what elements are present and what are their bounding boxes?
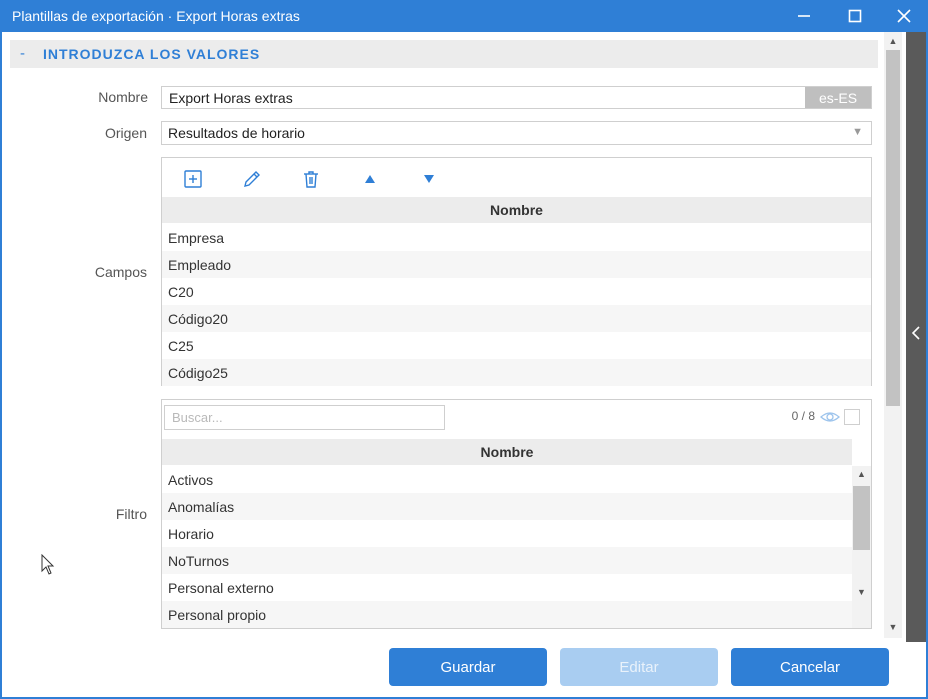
main-scrollbar-thumb[interactable]	[886, 50, 900, 406]
nombre-label: Nombre	[98, 89, 148, 105]
side-panel-toggle[interactable]	[906, 32, 926, 642]
nombre-value: Export Horas extras	[169, 90, 293, 106]
move-down-icon	[424, 175, 434, 183]
edit-icon	[244, 171, 260, 187]
origen-label: Origen	[104, 125, 147, 141]
campos-row[interactable]: Empresa	[162, 224, 871, 251]
filtro-row[interactable]: Personal externo	[162, 574, 852, 601]
campos-row[interactable]: Empleado	[162, 251, 871, 278]
collapse-toggle[interactable]: -	[20, 45, 26, 62]
filtro-row[interactable]: Activos	[162, 466, 852, 493]
window-title: Plantillas de exportación · Export Horas…	[12, 8, 300, 24]
filtro-scrollbar[interactable]: ▲ ▼	[852, 466, 871, 628]
move-down-button[interactable]	[418, 168, 440, 190]
filtro-scrollbar-thumb[interactable]	[853, 486, 870, 550]
move-up-button[interactable]	[359, 168, 381, 190]
add-field-button[interactable]	[182, 168, 204, 190]
chevron-down-icon: ▼	[852, 126, 863, 138]
filtro-row[interactable]: NoTurnos	[162, 547, 852, 574]
filtro-label: Filtro	[115, 506, 147, 522]
scroll-down-icon[interactable]: ▼	[884, 622, 902, 632]
main-scrollbar[interactable]: ▲ ▼	[884, 32, 902, 638]
filtro-column-header[interactable]: Nombre	[162, 439, 852, 465]
minimize-button[interactable]	[781, 0, 827, 32]
eye-icon[interactable]	[820, 410, 840, 424]
filtro-search-input[interactable]: Buscar...	[164, 405, 445, 430]
editar-button[interactable]: Editar	[560, 648, 718, 686]
maximize-button[interactable]	[832, 0, 878, 32]
origen-select[interactable]: Resultados de horario ▼	[161, 121, 872, 145]
filtro-row[interactable]: Horario	[162, 520, 852, 547]
title-bar[interactable]: Plantillas de exportación · Export Horas…	[2, 0, 928, 32]
campos-row[interactable]: C25	[162, 332, 871, 359]
move-up-icon	[365, 175, 375, 183]
language-badge[interactable]: es-ES	[805, 87, 871, 108]
campos-row[interactable]: C20	[162, 278, 871, 305]
nombre-field[interactable]: Export Horas extras es-ES	[161, 86, 872, 109]
origen-value: Resultados de horario	[168, 125, 305, 141]
campos-panel: Nombre Empresa Empleado C20 Código20 C25…	[161, 157, 872, 386]
filtro-row[interactable]: Anomalías	[162, 493, 852, 520]
cancelar-button[interactable]: Cancelar	[731, 648, 889, 686]
select-all-checkbox[interactable]	[844, 409, 860, 425]
delete-field-button[interactable]	[300, 168, 322, 190]
filtro-panel: Buscar... 0 / 8 Nombre Activos Anomalías…	[161, 399, 872, 629]
chevron-left-icon	[911, 326, 920, 340]
campos-label: Campos	[94, 264, 147, 280]
add-icon	[184, 170, 202, 188]
edit-field-button[interactable]	[241, 168, 263, 190]
maximize-icon	[848, 9, 862, 23]
delete-icon	[304, 171, 318, 188]
minimize-icon	[798, 15, 810, 17]
section-title: INTRODUZCA LOS VALORES	[43, 46, 261, 62]
scroll-up-icon[interactable]: ▲	[884, 36, 902, 46]
filtro-row[interactable]: Personal propio	[162, 601, 852, 628]
close-icon	[897, 9, 911, 23]
campos-column-header[interactable]: Nombre	[162, 197, 871, 223]
section-header[interactable]: - INTRODUZCA LOS VALORES	[10, 40, 878, 68]
selection-counter: 0 / 8	[791, 409, 815, 423]
scroll-up-icon[interactable]: ▲	[852, 469, 871, 479]
scroll-down-icon[interactable]: ▼	[852, 587, 871, 597]
dialog-window: Plantillas de exportación · Export Horas…	[0, 0, 928, 699]
guardar-button[interactable]: Guardar	[389, 648, 547, 686]
campos-row[interactable]: Código20	[162, 305, 871, 332]
close-button[interactable]	[881, 0, 927, 32]
cursor-icon	[41, 554, 55, 575]
campos-row[interactable]: Código25	[162, 359, 871, 386]
